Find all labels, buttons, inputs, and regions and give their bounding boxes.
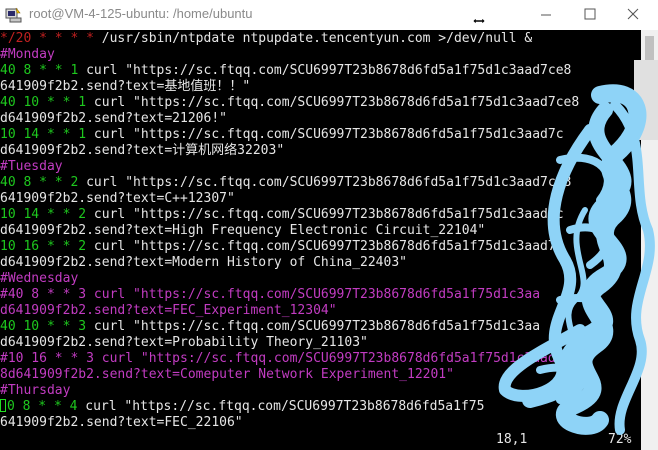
terminal-line: #Thursday <box>0 383 70 399</box>
terminal-text: curl "https://sc.ftqq.com/SCU6997T23b867… <box>93 207 564 222</box>
terminal-line: 8d641909f2b2.send?text=Comeputer Network… <box>0 367 454 383</box>
terminal-text: curl "https://sc.ftqq.com/SCU6997T23b867… <box>86 63 572 78</box>
terminal-text: */20 * * * * <box>0 31 102 46</box>
terminal-line: #10 16 * * 3 curl "https://sc.ftqq.com/S… <box>0 351 587 367</box>
terminal-line: 0 8 * * 4 curl "https://sc.ftqq.com/SCU6… <box>0 399 484 415</box>
terminal-text: d641909f2b2.send?text=High Frequency Ele… <box>0 223 486 238</box>
terminal-text: 10 14 * * 2 <box>0 207 94 222</box>
maximize-button[interactable] <box>567 0 613 30</box>
terminal-text: curl "https://sc.ftqq.com/SCU6997T23b867… <box>86 175 572 190</box>
terminal-text: d641909f2b2.send?text=Probability Theory… <box>0 335 368 350</box>
terminal-text: 10 16 * * 2 <box>0 239 94 254</box>
terminal-text: #40 8 * * 3 curl "https://sc.ftqq.com/SC… <box>0 287 541 302</box>
terminal-line: 40 8 * * 1 curl "https://sc.ftqq.com/SCU… <box>0 63 571 79</box>
terminal-line: 641909f2b2.send?text=基地值班！！" <box>0 79 250 95</box>
putty-icon <box>5 7 22 23</box>
maximize-icon <box>584 8 596 20</box>
terminal-text: #Wednesday <box>0 271 79 286</box>
terminal-text: 641909f2b2.send?text=FEC_22106" <box>0 415 243 430</box>
terminal-text: 10 14 * * 1 <box>0 127 94 142</box>
terminal-text: 40 10 * * 1 <box>0 95 94 110</box>
terminal-text: 40 10 * * 3 <box>0 319 94 334</box>
terminal-text: #Tuesday <box>0 159 63 174</box>
terminal-line: 641909f2b2.send?text=C++12307" <box>0 191 235 207</box>
window-title: root@VM-4-125-ubuntu: /home/ubuntu <box>29 6 253 21</box>
title-bar[interactable]: root@VM-4-125-ubuntu: /home/ubuntu <box>0 0 658 30</box>
terminal-text: curl "https://sc.ftqq.com/SCU6997T23b867… <box>93 239 564 254</box>
terminal-area[interactable]: */20 * * * * /usr/sbin/ntpdate ntpupdate… <box>0 30 641 450</box>
cursor-position: 18,1 <box>496 432 528 447</box>
terminal-line: d641909f2b2.send?text=Probability Theory… <box>0 335 368 351</box>
terminal-line: d641909f2b2.send?text=21206!" <box>0 111 227 127</box>
terminal-line: 10 14 * * 1 curl "https://sc.ftqq.com/SC… <box>0 127 564 143</box>
terminal-line: 40 8 * * 2 curl "https://sc.ftqq.com/SCU… <box>0 175 571 191</box>
terminal-text: #Monday <box>0 47 55 62</box>
terminal-line: #Wednesday <box>0 271 78 287</box>
terminal-line: 10 14 * * 2 curl "https://sc.ftqq.com/SC… <box>0 207 564 223</box>
terminal-line: 641909f2b2.send?text=FEC_22106" <box>0 415 243 431</box>
scroll-percent: 72% <box>608 432 632 447</box>
terminal-text: 8d641909f2b2.send?text=Comeputer Network… <box>0 367 454 382</box>
terminal-line: */20 * * * * /usr/sbin/ntpdate ntpupdate… <box>0 31 532 47</box>
terminal-text: d641909f2b2.send?text=计算机网络32203" <box>0 143 285 158</box>
terminal-text: curl "https://sc.ftqq.com/SCU6997T23b867… <box>85 399 485 414</box>
terminal-text: curl "https://sc.ftqq.com/SCU6997T23b867… <box>93 319 541 334</box>
terminal-line: d641909f2b2.send?text=High Frequency Ele… <box>0 223 485 239</box>
terminal-line: 10 16 * * 2 curl "https://sc.ftqq.com/SC… <box>0 239 564 255</box>
terminal-text: 40 8 * * 1 <box>0 63 87 78</box>
terminal-line: 40 10 * * 3 curl "https://sc.ftqq.com/SC… <box>0 319 540 335</box>
terminal-line: #Monday <box>0 47 55 63</box>
terminal-line: d641909f2b2.send?text=FEC_Experiment_123… <box>0 303 337 319</box>
terminal-text: 40 8 * * 2 <box>0 175 87 190</box>
terminal-text: d641909f2b2.send?text=Modern History of … <box>0 255 407 270</box>
terminal-text: d641909f2b2.send?text=FEC_Experiment_123… <box>0 303 337 318</box>
text-cursor <box>0 399 6 412</box>
background-edge <box>634 60 658 140</box>
terminal-text: d641909f2b2.send?text=21206!" <box>0 111 227 126</box>
terminal-text: 641909f2b2.send?text=C++12307" <box>0 191 235 206</box>
terminal-line: d641909f2b2.send?text=计算机网络32203" <box>0 143 284 159</box>
terminal-text: /usr/sbin/ntpdate ntpupdate.tencentyun.c… <box>101 31 533 46</box>
terminal-line: #Tuesday <box>0 159 63 175</box>
close-icon <box>627 8 639 20</box>
terminal-line: #40 8 * * 3 curl "https://sc.ftqq.com/SC… <box>0 287 540 303</box>
horizontal-resize-cursor-icon <box>472 17 486 25</box>
terminal-text: 0 8 * * 4 <box>7 399 86 414</box>
terminal-line: d641909f2b2.send?text=Modern History of … <box>0 255 407 271</box>
terminal-text: curl "https://sc.ftqq.com/SCU6997T23b867… <box>93 127 564 142</box>
terminal-text: curl "https://sc.ftqq.com/SCU6997T23b867… <box>93 95 580 110</box>
terminal-line: 40 10 * * 1 curl "https://sc.ftqq.com/SC… <box>0 95 579 111</box>
terminal-text: 641909f2b2.send?text=基地值班！！" <box>0 79 251 94</box>
minimize-button[interactable] <box>523 0 569 30</box>
terminal-text: #Thursday <box>0 383 71 398</box>
close-button[interactable] <box>610 0 656 30</box>
terminal-text: #10 16 * * 3 curl "https://sc.ftqq.com/S… <box>0 351 587 366</box>
